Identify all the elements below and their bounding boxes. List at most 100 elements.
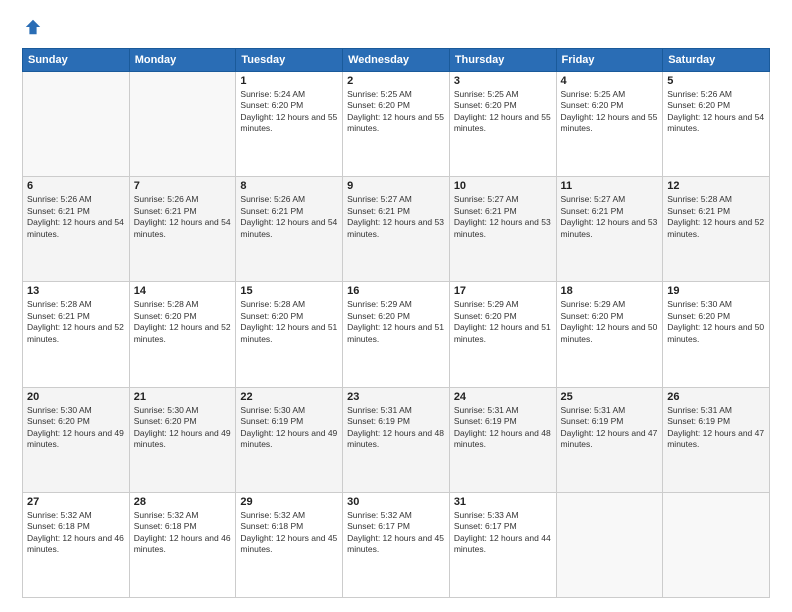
day-number: 2	[347, 75, 445, 87]
calendar-cell: 24 Sunrise: 5:31 AMSunset: 6:19 PMDayligh…	[449, 387, 556, 492]
day-info: Sunrise: 5:30 AMSunset: 6:20 PMDaylight:…	[134, 405, 232, 451]
day-info: Sunrise: 5:29 AMSunset: 6:20 PMDaylight:…	[454, 299, 552, 345]
day-number: 9	[347, 180, 445, 192]
calendar-cell: 13 Sunrise: 5:28 AMSunset: 6:21 PMDayligh…	[23, 282, 130, 387]
day-number: 24	[454, 391, 552, 403]
day-info: Sunrise: 5:25 AMSunset: 6:20 PMDaylight:…	[347, 89, 445, 135]
logo-icon	[24, 18, 42, 36]
day-info: Sunrise: 5:27 AMSunset: 6:21 PMDaylight:…	[561, 194, 659, 240]
calendar-cell: 26 Sunrise: 5:31 AMSunset: 6:19 PMDayligh…	[663, 387, 770, 492]
calendar-cell: 17 Sunrise: 5:29 AMSunset: 6:20 PMDayligh…	[449, 282, 556, 387]
day-number: 21	[134, 391, 232, 403]
day-number: 31	[454, 496, 552, 508]
calendar-cell: 20 Sunrise: 5:30 AMSunset: 6:20 PMDayligh…	[23, 387, 130, 492]
calendar-header-thursday: Thursday	[449, 49, 556, 72]
day-number: 6	[27, 180, 125, 192]
day-info: Sunrise: 5:26 AMSunset: 6:21 PMDaylight:…	[27, 194, 125, 240]
calendar-cell: 12 Sunrise: 5:28 AMSunset: 6:21 PMDayligh…	[663, 177, 770, 282]
calendar-cell	[556, 492, 663, 597]
day-number: 8	[240, 180, 338, 192]
day-number: 7	[134, 180, 232, 192]
calendar-cell: 7Sunrise: 5:26 AMSunset: 6:21 PMDaylight…	[129, 177, 236, 282]
calendar-cell: 15Sunrise: 5:28 AMSunset: 6:20 PMDayligh…	[236, 282, 343, 387]
calendar-header-row: SundayMondayTuesdayWednesdayThursdayFrid…	[23, 49, 770, 72]
day-info: Sunrise: 5:29 AMSunset: 6:20 PMDaylight:…	[347, 299, 445, 345]
day-number: 20	[27, 391, 125, 403]
day-info: Sunrise: 5:27 AMSunset: 6:21 PMDaylight:…	[347, 194, 445, 240]
day-info: Sunrise: 5:30 AMSunset: 6:20 PMDaylight:…	[667, 299, 765, 345]
day-number: 4	[561, 75, 659, 87]
page: SundayMondayTuesdayWednesdayThursdayFrid…	[0, 0, 792, 612]
day-number: 10	[454, 180, 552, 192]
day-number: 28	[134, 496, 232, 508]
day-info: Sunrise: 5:31 AMSunset: 6:19 PMDaylight:…	[667, 405, 765, 451]
calendar-cell: 22 Sunrise: 5:30 AMSunset: 6:19 PMDayligh…	[236, 387, 343, 492]
day-number: 23	[347, 391, 445, 403]
calendar-cell	[129, 72, 236, 177]
calendar-cell: 25Sunrise: 5:31 AMSunset: 6:19 PMDayligh…	[556, 387, 663, 492]
day-info: Sunrise: 5:25 AMSunset: 6:20 PMDaylight:…	[454, 89, 552, 135]
day-number: 5	[667, 75, 765, 87]
calendar-cell: 3 Sunrise: 5:25 AMSunset: 6:20 PMDaylight…	[449, 72, 556, 177]
calendar-header-tuesday: Tuesday	[236, 49, 343, 72]
day-number: 30	[347, 496, 445, 508]
day-info: Sunrise: 5:32 AMSunset: 6:17 PMDaylight:…	[347, 510, 445, 556]
day-info: Sunrise: 5:28 AMSunset: 6:21 PMDaylight:…	[667, 194, 765, 240]
day-info: Sunrise: 5:30 AMSunset: 6:20 PMDaylight:…	[27, 405, 125, 451]
calendar-header-monday: Monday	[129, 49, 236, 72]
day-number: 3	[454, 75, 552, 87]
calendar-cell: 19 Sunrise: 5:30 AMSunset: 6:20 PMDayligh…	[663, 282, 770, 387]
day-number: 29	[240, 496, 338, 508]
calendar-cell	[663, 492, 770, 597]
day-number: 15	[240, 285, 338, 297]
calendar-cell: 31 Sunrise: 5:33 AMSunset: 6:17 PMDayligh…	[449, 492, 556, 597]
calendar-week-row-1: 1Sunrise: 5:24 AMSunset: 6:20 PMDaylight…	[23, 72, 770, 177]
header	[22, 18, 770, 38]
day-number: 1	[240, 75, 338, 87]
day-number: 22	[240, 391, 338, 403]
calendar-week-row-3: 13 Sunrise: 5:28 AMSunset: 6:21 PMDayligh…	[23, 282, 770, 387]
day-info: Sunrise: 5:29 AMSunset: 6:20 PMDaylight:…	[561, 299, 659, 345]
day-info: Sunrise: 5:25 AMSunset: 6:20 PMDaylight:…	[561, 89, 659, 135]
calendar-header-friday: Friday	[556, 49, 663, 72]
day-info: Sunrise: 5:32 AMSunset: 6:18 PMDaylight:…	[134, 510, 232, 556]
day-number: 19	[667, 285, 765, 297]
calendar-cell: 6 Sunrise: 5:26 AMSunset: 6:21 PMDaylight…	[23, 177, 130, 282]
day-number: 14	[134, 285, 232, 297]
calendar-cell: 27 Sunrise: 5:32 AMSunset: 6:18 PMDayligh…	[23, 492, 130, 597]
calendar-cell: 18 Sunrise: 5:29 AMSunset: 6:20 PMDayligh…	[556, 282, 663, 387]
day-number: 18	[561, 285, 659, 297]
calendar-cell: 28 Sunrise: 5:32 AMSunset: 6:18 PMDayligh…	[129, 492, 236, 597]
calendar-cell: 2 Sunrise: 5:25 AMSunset: 6:20 PMDaylight…	[343, 72, 450, 177]
day-number: 27	[27, 496, 125, 508]
day-info: Sunrise: 5:28 AMSunset: 6:21 PMDaylight:…	[27, 299, 125, 345]
calendar-cell: 30 Sunrise: 5:32 AMSunset: 6:17 PMDayligh…	[343, 492, 450, 597]
calendar-week-row-4: 20 Sunrise: 5:30 AMSunset: 6:20 PMDayligh…	[23, 387, 770, 492]
day-info: Sunrise: 5:28 AMSunset: 6:20 PMDaylight:…	[134, 299, 232, 345]
day-info: Sunrise: 5:31 AMSunset: 6:19 PMDaylight:…	[347, 405, 445, 451]
calendar-cell: 8Sunrise: 5:26 AMSunset: 6:21 PMDaylight…	[236, 177, 343, 282]
day-number: 11	[561, 180, 659, 192]
day-info: Sunrise: 5:33 AMSunset: 6:17 PMDaylight:…	[454, 510, 552, 556]
day-info: Sunrise: 5:31 AMSunset: 6:19 PMDaylight:…	[454, 405, 552, 451]
day-number: 12	[667, 180, 765, 192]
day-number: 26	[667, 391, 765, 403]
day-info: Sunrise: 5:32 AMSunset: 6:18 PMDaylight:…	[27, 510, 125, 556]
calendar-table: SundayMondayTuesdayWednesdayThursdayFrid…	[22, 48, 770, 598]
day-number: 16	[347, 285, 445, 297]
day-info: Sunrise: 5:30 AMSunset: 6:19 PMDaylight:…	[240, 405, 338, 451]
calendar-cell: 11 Sunrise: 5:27 AMSunset: 6:21 PMDayligh…	[556, 177, 663, 282]
calendar-cell: 14 Sunrise: 5:28 AMSunset: 6:20 PMDayligh…	[129, 282, 236, 387]
calendar-cell: 16 Sunrise: 5:29 AMSunset: 6:20 PMDayligh…	[343, 282, 450, 387]
calendar-week-row-2: 6 Sunrise: 5:26 AMSunset: 6:21 PMDaylight…	[23, 177, 770, 282]
calendar-header-saturday: Saturday	[663, 49, 770, 72]
calendar-week-row-5: 27 Sunrise: 5:32 AMSunset: 6:18 PMDayligh…	[23, 492, 770, 597]
day-info: Sunrise: 5:27 AMSunset: 6:21 PMDaylight:…	[454, 194, 552, 240]
calendar-cell: 5Sunrise: 5:26 AMSunset: 6:20 PMDaylight…	[663, 72, 770, 177]
calendar-cell: 9 Sunrise: 5:27 AMSunset: 6:21 PMDaylight…	[343, 177, 450, 282]
day-number: 17	[454, 285, 552, 297]
logo	[22, 18, 42, 38]
day-number: 13	[27, 285, 125, 297]
calendar-header-wednesday: Wednesday	[343, 49, 450, 72]
day-info: Sunrise: 5:31 AMSunset: 6:19 PMDaylight:…	[561, 405, 659, 451]
